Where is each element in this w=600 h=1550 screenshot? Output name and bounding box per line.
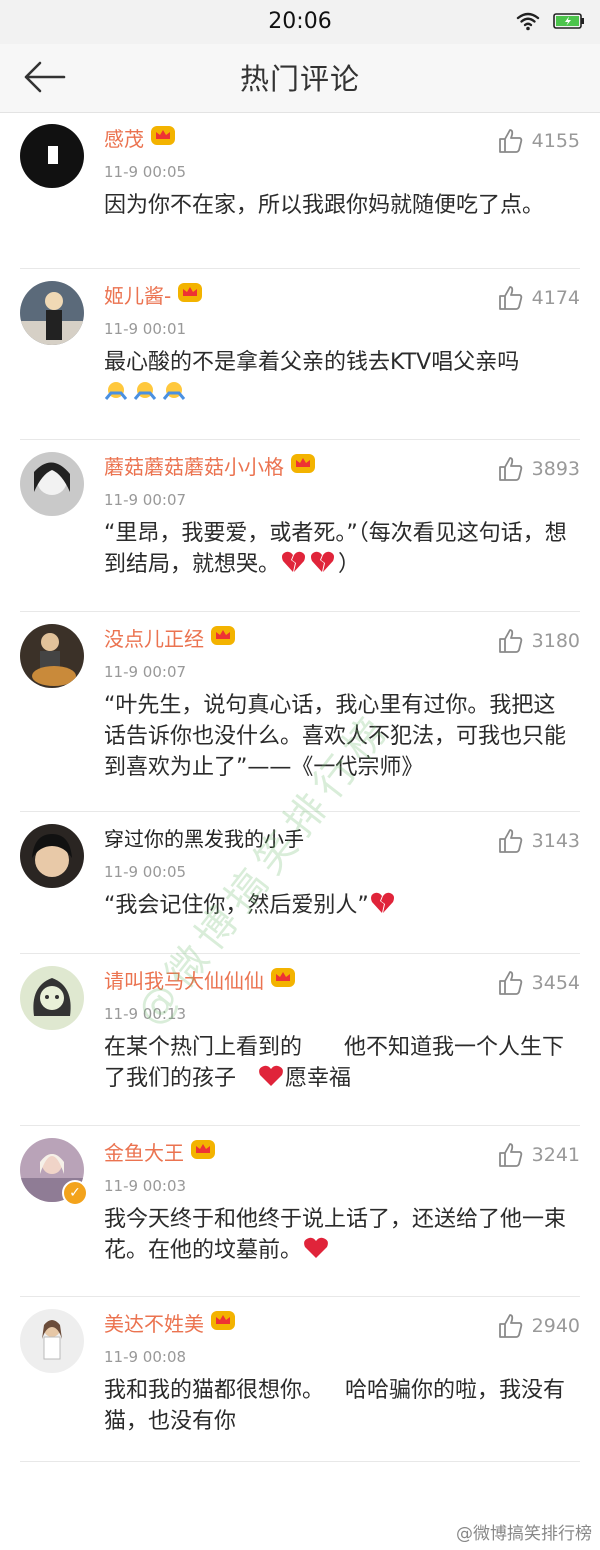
vip-crown-icon bbox=[210, 624, 236, 650]
status-bar: 20:06 bbox=[0, 0, 600, 44]
like-button[interactable]: 3143 bbox=[498, 826, 580, 856]
vip-crown-icon bbox=[270, 966, 296, 992]
username[interactable]: 感茂 bbox=[104, 123, 144, 152]
wifi-icon bbox=[516, 11, 540, 35]
like-count: 3893 bbox=[531, 458, 580, 480]
comment-item: 请叫我马大仙仙仙 11-9 00:13 3454 在某个热门上看到的 他不知道我… bbox=[20, 954, 580, 1126]
like-button[interactable]: 4155 bbox=[498, 126, 580, 156]
thumbs-up-icon bbox=[498, 129, 522, 153]
username[interactable]: 金鱼大王 bbox=[104, 1137, 184, 1166]
avatar[interactable] bbox=[20, 624, 84, 688]
comment-item: 美达不姓美 11-9 00:08 2940 我和我的猫都很想你。 哈哈骗你的啦，… bbox=[20, 1297, 580, 1462]
vip-crown-icon bbox=[290, 452, 316, 478]
vip-crown-icon bbox=[210, 1309, 236, 1335]
watermark-corner: @微博搞笑排行榜 bbox=[456, 1524, 592, 1544]
broken-heart-icon bbox=[280, 550, 338, 583]
heart-icon bbox=[302, 1236, 330, 1269]
like-count: 3454 bbox=[531, 972, 580, 994]
broken-heart-icon bbox=[369, 891, 397, 924]
comment-item: 穿过你的黑发我的小手 11-9 00:05 3143 “我会记住你，然后爱别人” bbox=[20, 812, 580, 954]
avatar[interactable] bbox=[20, 824, 84, 888]
comment-time: 11-9 00:07 bbox=[104, 663, 187, 681]
avatar[interactable] bbox=[20, 452, 84, 516]
comment-text: 我和我的猫都很想你。 哈哈骗你的啦，我没有猫，也没有你 bbox=[104, 1378, 565, 1434]
comment-text: 因为你不在家，所以我跟你妈就随便吃了点。 bbox=[104, 193, 545, 218]
username[interactable]: 蘑菇蘑菇蘑菇小小格 bbox=[104, 451, 284, 480]
navigation-bar: 热门评论 bbox=[0, 44, 600, 113]
comment-item: 没点儿正经 11-9 00:07 3180 “叶先生，说句真心话，我心里有过你。… bbox=[20, 612, 580, 812]
comment-time: 11-9 00:05 bbox=[104, 163, 187, 181]
username[interactable]: 没点儿正经 bbox=[104, 623, 204, 652]
page-title: 热门评论 bbox=[239, 62, 360, 96]
thumbs-up-icon bbox=[498, 1314, 522, 1338]
shrug-emoji-icon bbox=[104, 379, 188, 412]
comment-item: 感茂 11-9 00:05 4155 因为你不在家，所以我跟你妈就随便吃了点。 bbox=[20, 112, 580, 269]
like-button[interactable]: 3454 bbox=[498, 968, 580, 998]
thumbs-up-icon bbox=[498, 286, 522, 310]
comment-text: “叶先生，说句真心话，我心里有过你。我把这话告诉你也没什么。喜欢人不犯法，可我也… bbox=[104, 693, 567, 780]
vip-crown-icon bbox=[177, 281, 203, 307]
comment-time: 11-9 00:07 bbox=[104, 491, 187, 509]
avatar[interactable] bbox=[20, 966, 84, 1030]
status-time: 20:06 bbox=[268, 9, 332, 34]
verified-icon: ✓ bbox=[62, 1180, 88, 1206]
comment-text: “里昂，我要爱，或者死。”（每次看见这句话，想到结局，就想哭。） bbox=[104, 518, 574, 583]
comment-item: 姬儿酱- 11-9 00:01 4174 最心酸的不是拿着父亲的钱去KTV唱父亲… bbox=[20, 269, 580, 440]
like-button[interactable]: 3180 bbox=[498, 626, 580, 656]
like-count: 3143 bbox=[531, 830, 580, 852]
comment-item: ✓ 金鱼大王 11-9 00:03 3241 我今天终于和他终于说上话了，还送给… bbox=[20, 1126, 580, 1297]
comment-time: 11-9 00:08 bbox=[104, 1348, 187, 1366]
thumbs-up-icon bbox=[498, 971, 522, 995]
comment-item: 蘑菇蘑菇蘑菇小小格 11-9 00:07 3893 “里昂，我要爱，或者死。”（… bbox=[20, 440, 580, 612]
like-count: 4155 bbox=[531, 130, 580, 152]
vip-crown-icon bbox=[190, 1138, 216, 1164]
battery-icon bbox=[553, 13, 585, 33]
like-button[interactable]: 3241 bbox=[498, 1140, 580, 1170]
like-count: 4174 bbox=[531, 287, 580, 309]
like-count: 3180 bbox=[531, 630, 580, 652]
avatar[interactable] bbox=[20, 1309, 84, 1373]
like-button[interactable]: 2940 bbox=[498, 1311, 580, 1341]
username[interactable]: 美达不姓美 bbox=[104, 1308, 204, 1337]
comment-time: 11-9 00:01 bbox=[104, 320, 187, 338]
username[interactable]: 请叫我马大仙仙仙 bbox=[104, 965, 264, 994]
avatar[interactable] bbox=[20, 124, 84, 188]
comment-text: 最心酸的不是拿着父亲的钱去KTV唱父亲吗 bbox=[104, 347, 574, 412]
comment-list: 感茂 11-9 00:05 4155 因为你不在家，所以我跟你妈就随便吃了点。 … bbox=[0, 112, 600, 1462]
like-button[interactable]: 3893 bbox=[498, 454, 580, 484]
comment-text: 在某个热门上看到的 他不知道我一个人生下了我们的孩子 愿幸福 bbox=[104, 1032, 574, 1097]
comment-text: “我会记住你，然后爱别人” bbox=[104, 890, 574, 924]
thumbs-up-icon bbox=[498, 829, 522, 853]
username[interactable]: 姬儿酱- bbox=[104, 280, 171, 309]
comment-time: 11-9 00:13 bbox=[104, 1005, 187, 1023]
comment-time: 11-9 00:03 bbox=[104, 1177, 187, 1195]
like-count: 3241 bbox=[531, 1144, 580, 1166]
vip-crown-icon bbox=[150, 124, 176, 150]
thumbs-up-icon bbox=[498, 457, 522, 481]
thumbs-up-icon bbox=[498, 1143, 522, 1167]
like-count: 2940 bbox=[531, 1315, 580, 1337]
thumbs-up-icon bbox=[498, 629, 522, 653]
comment-time: 11-9 00:05 bbox=[104, 863, 187, 881]
heart-icon bbox=[257, 1064, 285, 1097]
like-button[interactable]: 4174 bbox=[498, 283, 580, 313]
username[interactable]: 穿过你的黑发我的小手 bbox=[104, 823, 304, 852]
avatar[interactable] bbox=[20, 281, 84, 345]
comment-text: 我今天终于和他终于说上话了，还送给了他一束花。在他的坟墓前。 bbox=[104, 1204, 574, 1269]
